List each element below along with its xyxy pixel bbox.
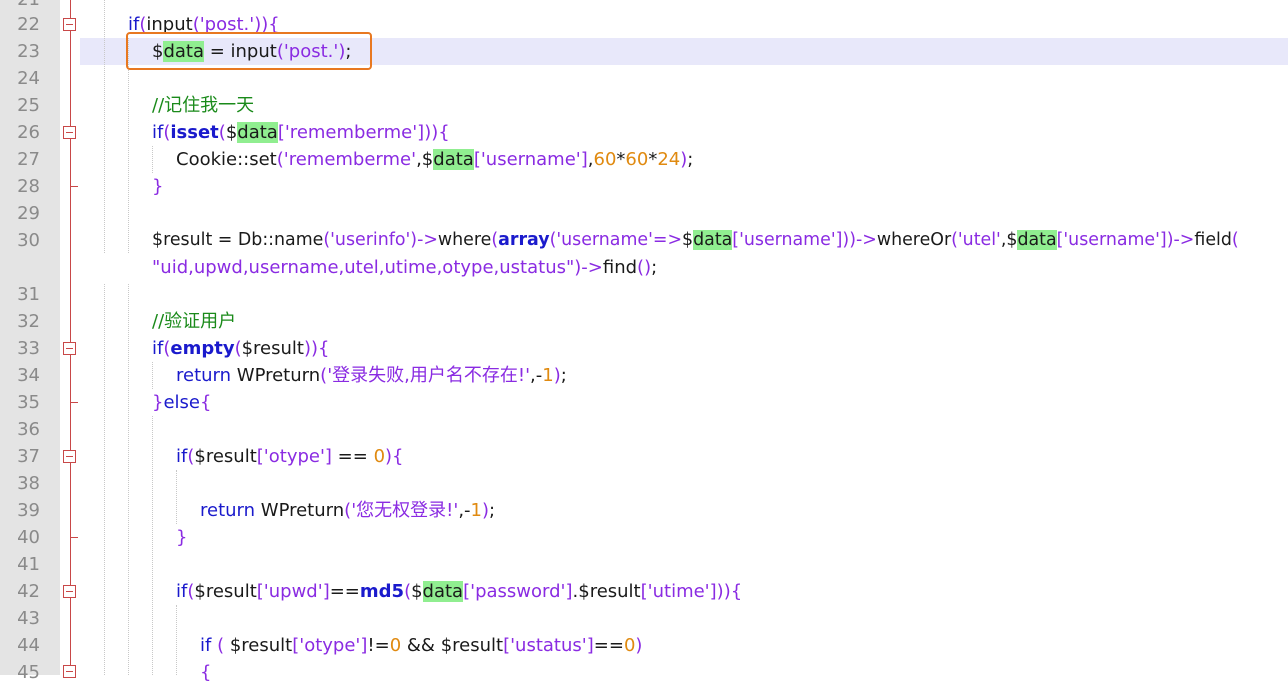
fold-end-marker <box>70 186 78 187</box>
code-line[interactable]: } <box>176 524 187 551</box>
indent-guide <box>104 0 105 675</box>
code-line-wrapped[interactable]: "uid,upwd,username,utel,utime,otype,usta… <box>152 254 657 281</box>
indent-guide <box>152 362 153 389</box>
line-number: 44 <box>17 635 40 656</box>
indent-guide <box>152 146 153 173</box>
code-line[interactable]: return WPreturn('登录失败,用户名不存在!',-1); <box>176 362 567 389</box>
line-number: 24 <box>17 68 40 89</box>
code-line[interactable]: if ( $result['otype']!=0 && $result['ust… <box>200 632 642 659</box>
code-line[interactable]: }else{ <box>152 389 211 416</box>
code-line[interactable]: //记住我一天 <box>152 92 254 119</box>
fold-guide-line <box>70 0 71 675</box>
code-line[interactable]: if(empty($result)){ <box>152 335 330 362</box>
selection-highlight-box <box>126 32 372 70</box>
wrap-indent <box>80 254 146 284</box>
line-number: 36 <box>17 419 40 440</box>
indent-guide <box>128 38 129 675</box>
line-number: 31 <box>17 284 40 305</box>
fold-toggle-icon[interactable] <box>63 18 76 31</box>
line-number: 37 <box>17 446 40 467</box>
code-line[interactable]: //验证用户 <box>152 308 236 335</box>
code-line[interactable]: $result = Db::name('userinfo')->where(ar… <box>152 227 1239 254</box>
line-number: 22 <box>17 14 40 35</box>
code-line[interactable]: { <box>200 659 211 686</box>
code-line[interactable]: if($result['otype'] == 0){ <box>176 443 404 470</box>
fold-toggle-icon[interactable] <box>63 585 76 598</box>
indent-guide <box>176 605 177 675</box>
line-number: 32 <box>17 311 40 332</box>
line-number: 23 <box>17 41 40 62</box>
line-number: 38 <box>17 473 40 494</box>
fold-toggle-icon[interactable] <box>63 342 76 355</box>
code-line[interactable]: Cookie::set('rememberme',$data['username… <box>176 146 693 173</box>
line-number: 33 <box>17 338 40 359</box>
line-number: 42 <box>17 581 40 602</box>
line-number: 25 <box>17 95 40 116</box>
code-line[interactable]: return WPreturn('您无权登录!',-1); <box>200 497 495 524</box>
indent-guide <box>176 470 177 524</box>
code-line[interactable]: if($result['upwd']==md5($data['password'… <box>176 578 742 605</box>
line-number: 45 <box>17 662 40 683</box>
fold-toggle-icon[interactable] <box>63 665 76 678</box>
line-number: 43 <box>17 608 40 629</box>
fold-end-marker <box>70 537 78 538</box>
fold-toggle-icon[interactable] <box>63 126 76 139</box>
line-number: 26 <box>17 122 40 143</box>
line-number: 40 <box>17 527 40 548</box>
line-number: 29 <box>17 203 40 224</box>
line-number: 28 <box>17 176 40 197</box>
line-number: 39 <box>17 500 40 521</box>
line-number: 30 <box>17 230 40 251</box>
fold-end-marker <box>70 402 78 403</box>
line-number: 35 <box>17 392 40 413</box>
code-line[interactable]: if(isset($data['rememberme'])){ <box>152 119 450 146</box>
line-number: 34 <box>17 365 40 386</box>
fold-toggle-icon[interactable] <box>63 450 76 463</box>
line-number: 41 <box>17 554 40 575</box>
line-number: 27 <box>17 149 40 170</box>
indent-guide <box>152 416 153 675</box>
code-line[interactable]: } <box>152 173 163 200</box>
